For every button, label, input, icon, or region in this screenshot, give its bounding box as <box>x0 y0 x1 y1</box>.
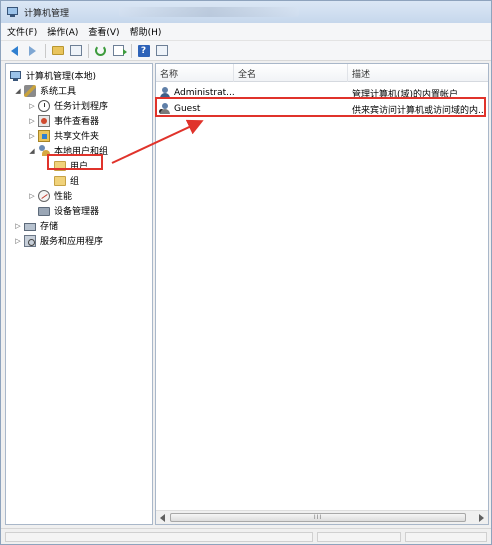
services-icon <box>24 234 36 247</box>
toolbar-separator <box>131 43 132 58</box>
blurred-watermark <box>119 7 299 17</box>
computer-management-icon <box>7 6 19 18</box>
user-list-view[interactable]: 名称 全名 描述 Administrat... 管理计算机(域)的内置帐户 Gu… <box>155 63 489 525</box>
tree-label: 存储 <box>40 222 59 232</box>
title-bar[interactable]: 计算机管理 <box>1 1 491 23</box>
horizontal-scrollbar[interactable]: III <box>156 510 488 524</box>
expand-arrow-icon[interactable]: ▷ <box>14 222 22 230</box>
tree-label: 服务和应用程序 <box>40 237 104 247</box>
properties-button[interactable] <box>154 43 169 58</box>
menu-view[interactable]: 查看(V) <box>88 25 119 38</box>
tree-label: 性能 <box>54 192 73 202</box>
list-column-header: 名称 全名 描述 <box>156 64 488 82</box>
tree-item-task-scheduler[interactable]: ▷ 任务计划程序 <box>28 98 108 113</box>
tree-item-services-apps[interactable]: ▷ 服务和应用程序 <box>14 233 103 248</box>
tree-label: 任务计划程序 <box>54 102 109 112</box>
expand-arrow-icon[interactable]: ▷ <box>14 237 22 245</box>
scrollbar-thumb[interactable]: III <box>170 513 466 522</box>
toolbar-separator <box>45 43 46 58</box>
shared-folder-icon <box>38 129 50 142</box>
tree-item-event-viewer[interactable]: ▷ 事件查看器 <box>28 113 99 128</box>
scroll-right-arrow-icon[interactable] <box>479 514 484 522</box>
event-viewer-icon <box>38 114 50 127</box>
toolbar-separator <box>88 43 89 58</box>
show-hide-tree-button[interactable] <box>68 43 83 58</box>
column-header-description[interactable]: 描述 <box>348 64 488 82</box>
window-title: 计算机管理 <box>24 8 70 19</box>
back-arrow-icon <box>11 45 18 56</box>
tree-item-storage[interactable]: ▷ 存储 <box>14 218 58 233</box>
menu-bar: 文件(F) 操作(A) 查看(V) 帮助(H) <box>1 23 491 41</box>
tree-label: 共享文件夹 <box>54 132 100 142</box>
export-list-icon <box>113 45 127 56</box>
status-pane-main <box>5 532 313 542</box>
menu-action[interactable]: 操作(A) <box>47 25 78 38</box>
menu-file[interactable]: 文件(F) <box>7 25 37 38</box>
expand-arrow-icon[interactable]: ▷ <box>28 102 36 110</box>
help-button[interactable]: ? <box>136 43 151 58</box>
refresh-icon <box>95 45 106 56</box>
tree-item-root[interactable]: 计算机管理(本地) <box>10 68 96 83</box>
tree-item-groups[interactable]: 组 <box>54 173 79 188</box>
navigation-tree[interactable]: 计算机管理(本地) ◢ 系统工具 ▷ 任务计划程序 ▷ 事件查看器 ▷ 共享文件… <box>5 63 153 525</box>
menu-help[interactable]: 帮助(H) <box>130 25 162 38</box>
toolbar: ? <box>1 41 491 61</box>
properties-icon <box>155 45 168 56</box>
tree-item-performance[interactable]: ▷ 性能 <box>28 188 72 203</box>
forward-arrow-icon <box>29 45 36 56</box>
column-header-full-name[interactable]: 全名 <box>234 64 348 82</box>
tree-label: 设备管理器 <box>54 207 100 217</box>
show-hide-tree-icon <box>69 45 82 56</box>
expand-arrow-icon[interactable]: ▷ <box>28 192 36 200</box>
help-icon: ? <box>137 44 150 57</box>
scrollbar-grip: III <box>313 514 323 521</box>
clock-icon <box>38 99 50 112</box>
status-pane-tertiary <box>405 532 487 542</box>
collapse-arrow-icon[interactable]: ◢ <box>14 87 22 95</box>
export-list-button[interactable] <box>111 43 127 58</box>
forward-button[interactable] <box>25 43 40 58</box>
performance-icon <box>38 189 50 202</box>
tree-item-shared-folders[interactable]: ▷ 共享文件夹 <box>28 128 99 143</box>
computer-management-window: 计算机管理 文件(F) 操作(A) 查看(V) 帮助(H) ? 计算机管理(本地… <box>0 0 492 545</box>
tree-label: 计算机管理(本地) <box>26 72 97 82</box>
scroll-left-arrow-icon[interactable] <box>160 514 165 522</box>
column-header-name[interactable]: 名称 <box>156 64 234 82</box>
tree-label: 组 <box>70 177 80 187</box>
highlight-box-users <box>47 154 103 170</box>
expand-arrow-icon[interactable]: ▷ <box>28 132 36 140</box>
expand-arrow-icon[interactable]: ▷ <box>28 117 36 125</box>
up-folder-button[interactable] <box>50 43 65 58</box>
status-bar <box>1 528 491 544</box>
collapse-arrow-icon[interactable]: ◢ <box>28 147 36 155</box>
refresh-button[interactable] <box>93 43 108 58</box>
highlight-box-guest-row <box>155 97 486 117</box>
tree-label: 事件查看器 <box>54 117 100 127</box>
tree-item-device-manager[interactable]: 设备管理器 <box>38 203 99 218</box>
tree-item-system-tools[interactable]: ◢ 系统工具 <box>14 83 76 98</box>
computer-icon <box>10 70 22 82</box>
up-folder-icon <box>51 46 64 55</box>
device-manager-icon <box>38 207 50 216</box>
folder-icon <box>54 176 66 186</box>
storage-icon <box>24 222 36 231</box>
back-button[interactable] <box>7 43 22 58</box>
tree-label: 系统工具 <box>40 87 77 97</box>
tools-icon <box>24 84 36 97</box>
status-pane-secondary <box>317 532 401 542</box>
